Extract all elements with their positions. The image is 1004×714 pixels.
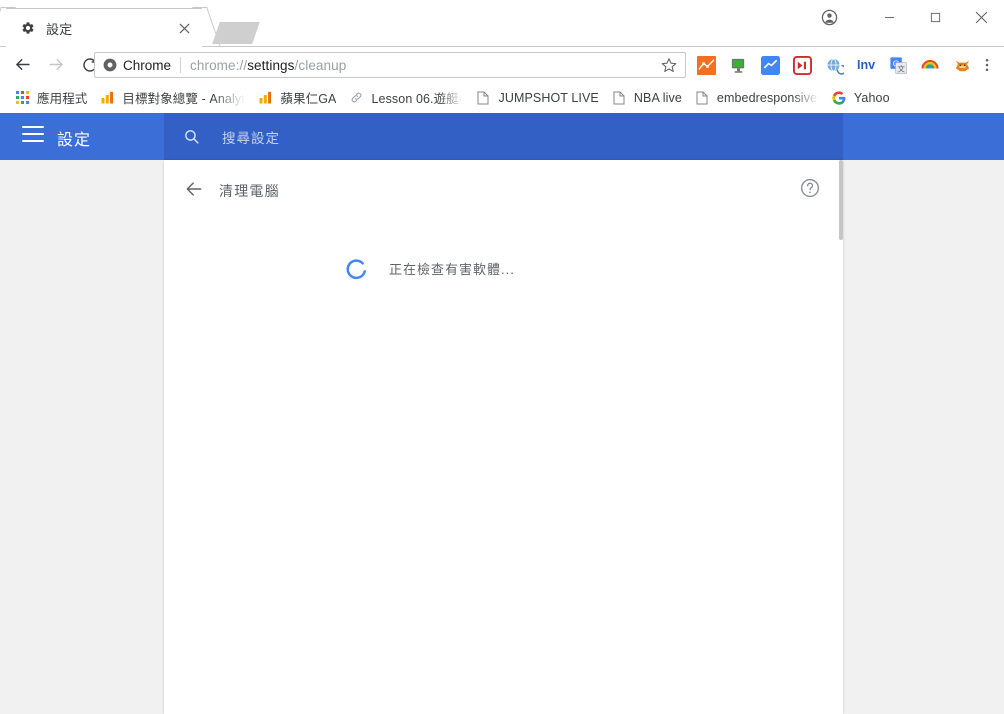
bookmark-embedresponsively[interactable]: embedresponsively (688, 86, 825, 110)
tab-close-icon[interactable] (176, 20, 192, 36)
new-tab-button[interactable] (212, 22, 260, 45)
window-close-button[interactable] (958, 1, 1004, 33)
search-icon (181, 127, 201, 147)
window-minimize-button[interactable] (866, 1, 912, 33)
bookmark-yahoo[interactable]: Yahoo (825, 86, 896, 110)
settings-header: 設定 搜尋設定 (0, 113, 1004, 160)
settings-title: 設定 (57, 132, 92, 149)
address-bar[interactable]: Chrome chrome://settings/cleanup (94, 52, 686, 78)
bookmark-label: 蘋果仁GA (280, 92, 337, 106)
page-icon (694, 90, 710, 106)
settings-card-header: 清理電腦 (164, 160, 843, 240)
address-bar-url: chrome://settings/cleanup (190, 58, 346, 73)
chart-check-extension-icon[interactable] (754, 52, 786, 78)
omnibox-divider (180, 57, 182, 73)
fastforward-extension-icon[interactable] (786, 52, 818, 78)
svg-text:文: 文 (897, 63, 905, 73)
site-identity-chip: Chrome (95, 58, 171, 73)
bookmark-apps[interactable]: 應用程式 (8, 86, 93, 110)
bookmark-nba-live[interactable]: NBA live (605, 86, 688, 110)
bookmark-label: JUMPSHOT LIVE (498, 90, 599, 105)
window-maximize-button[interactable] (912, 1, 958, 33)
cleanup-status-row: 正在檢查有害軟體... (164, 248, 843, 288)
profile-avatar-icon[interactable] (806, 1, 852, 33)
browser-toolbar: Chrome chrome://settings/cleanup Inv 文 (0, 47, 1004, 82)
browser-menu-button[interactable] (974, 52, 1000, 78)
settings-page: 設定 搜尋設定 清理電腦 正在檢查有害軟體... (0, 113, 1004, 714)
settings-card: 清理電腦 正在檢查有害軟體... (164, 160, 843, 714)
analytics-extension-icon[interactable] (690, 52, 722, 78)
url-prefix: chrome:// (190, 57, 248, 73)
bookmark-label: 應用程式 (37, 92, 88, 106)
forward-button[interactable] (42, 51, 70, 79)
screen-extension-icon[interactable] (722, 52, 754, 78)
apps-grid-icon (14, 90, 30, 106)
inv-extension-icon[interactable]: Inv (850, 52, 882, 78)
analytics-icon (99, 90, 115, 106)
extensions-bar: Inv G 文 (690, 52, 978, 78)
url-path: /cleanup (294, 57, 347, 73)
browser-tab-settings[interactable]: 設定 (6, 8, 202, 47)
bookmark-analytics-audience[interactable]: 目標對象總覽 - Analytics (93, 86, 251, 110)
page-icon (611, 90, 627, 106)
hamburger-menu-icon[interactable] (22, 126, 44, 146)
cleanup-status-text: 正在檢查有害軟體... (389, 261, 515, 277)
bookmark-star-icon[interactable] (659, 55, 679, 75)
bookmark-label: Yahoo (853, 90, 890, 105)
window-controls (806, 0, 1004, 34)
link-icon (348, 90, 364, 106)
gear-icon (20, 20, 36, 36)
bookmark-label: embedresponsively (716, 90, 819, 105)
loading-spinner-icon (343, 255, 369, 281)
bookmark-label: Lesson 06.遊艇小補充 (371, 92, 463, 106)
settings-search-input[interactable]: 搜尋設定 (222, 127, 280, 147)
bookmark-jumpshot-live[interactable]: JUMPSHOT LIVE (469, 86, 604, 110)
help-circle-icon[interactable] (799, 177, 821, 199)
back-button[interactable] (8, 51, 36, 79)
google-translate-extension-icon[interactable]: G 文 (882, 52, 914, 78)
card-scrollbar[interactable] (839, 160, 843, 240)
analytics-icon (257, 90, 273, 106)
site-identity-label: Chrome (123, 57, 172, 73)
bookmarks-bar: 應用程式 目標對象總覽 - Analytics 蘋果仁GA (0, 82, 1004, 113)
google-g-icon (831, 90, 847, 106)
bookmark-apple-ga[interactable]: 蘋果仁GA (251, 86, 342, 110)
globe-refresh-extension-icon[interactable] (818, 52, 850, 78)
browser-title-bar: 設定 (0, 0, 1004, 47)
page-icon (475, 90, 491, 106)
tab-title: 設定 (46, 21, 73, 37)
back-arrow-icon[interactable] (182, 177, 206, 201)
url-host: settings (247, 57, 295, 73)
inv-extension-label: Inv (856, 58, 876, 72)
bookmark-lesson-06[interactable]: Lesson 06.遊艇小補充 (342, 86, 469, 110)
settings-search-box[interactable]: 搜尋設定 (164, 113, 843, 160)
bookmark-label: 目標對象總覽 - Analytics (122, 92, 245, 106)
bookmark-label: NBA live (633, 90, 682, 105)
page-title: 清理電腦 (219, 183, 280, 199)
rainbow-extension-icon[interactable] (914, 52, 946, 78)
